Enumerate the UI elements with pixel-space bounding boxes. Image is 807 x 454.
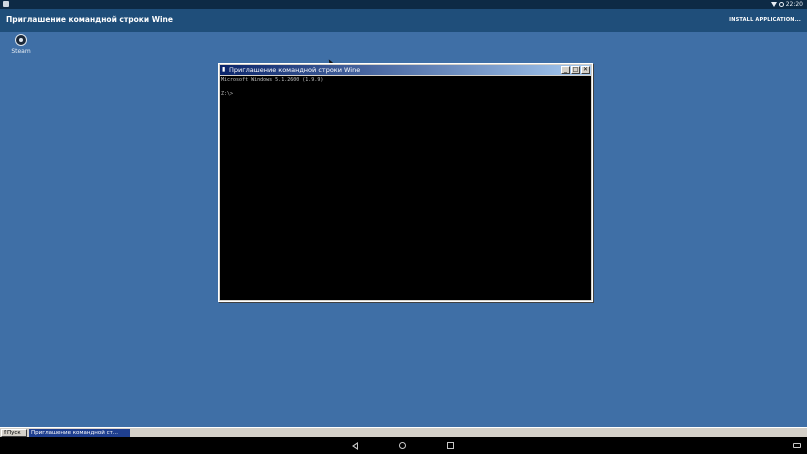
wine-taskbar: ⇑Пуск Приглашение командной ст... xyxy=(0,427,807,437)
status-icons: 22:20 xyxy=(770,0,803,9)
app-title: Приглашение командной строки Wine xyxy=(6,15,173,24)
taskbar-item-console[interactable]: Приглашение командной ст... xyxy=(29,429,130,437)
wifi-icon xyxy=(770,2,777,7)
app-bar: Приглашение командной строки Wine INSTAL… xyxy=(0,9,807,32)
status-bar: 22:20 xyxy=(0,0,807,9)
console-window[interactable]: ▮ Приглашение командной строки Wine _ □ … xyxy=(218,63,593,302)
close-button[interactable]: ✕ xyxy=(581,66,590,74)
install-application-button[interactable]: INSTALL APPLICATION... xyxy=(729,17,801,23)
console-output[interactable]: Microsoft Windows 5.1.2600 (1.9.9)​Z:\> xyxy=(220,76,591,300)
keyboard-icon[interactable] xyxy=(793,443,801,448)
navigation-bar xyxy=(0,437,807,454)
console-line: ​ xyxy=(221,84,590,91)
start-button[interactable]: ⇑Пуск xyxy=(1,429,27,437)
status-time: 22:20 xyxy=(785,1,803,8)
back-icon[interactable] xyxy=(352,442,358,450)
home-icon[interactable] xyxy=(399,442,406,449)
steam-icon xyxy=(15,34,27,46)
recents-icon[interactable] xyxy=(447,442,454,449)
notification-icon xyxy=(3,1,9,7)
console-window-icon: ▮ xyxy=(222,66,226,73)
desktop-icon-label: Steam xyxy=(11,48,31,55)
console-prompt: Z:\> xyxy=(221,91,234,97)
window-title: Приглашение командной строки Wine xyxy=(229,66,361,74)
alarm-icon xyxy=(778,2,784,7)
maximize-button[interactable]: □ xyxy=(571,66,580,74)
minimize-button[interactable]: _ xyxy=(561,66,570,74)
desktop-icon-steam[interactable]: Steam xyxy=(8,34,34,55)
console-line: Microsoft Windows 5.1.2600 (1.9.9) xyxy=(221,77,324,83)
window-title-bar[interactable]: ▮ Приглашение командной строки Wine _ □ … xyxy=(220,65,591,75)
start-label: Пуск xyxy=(7,430,21,436)
